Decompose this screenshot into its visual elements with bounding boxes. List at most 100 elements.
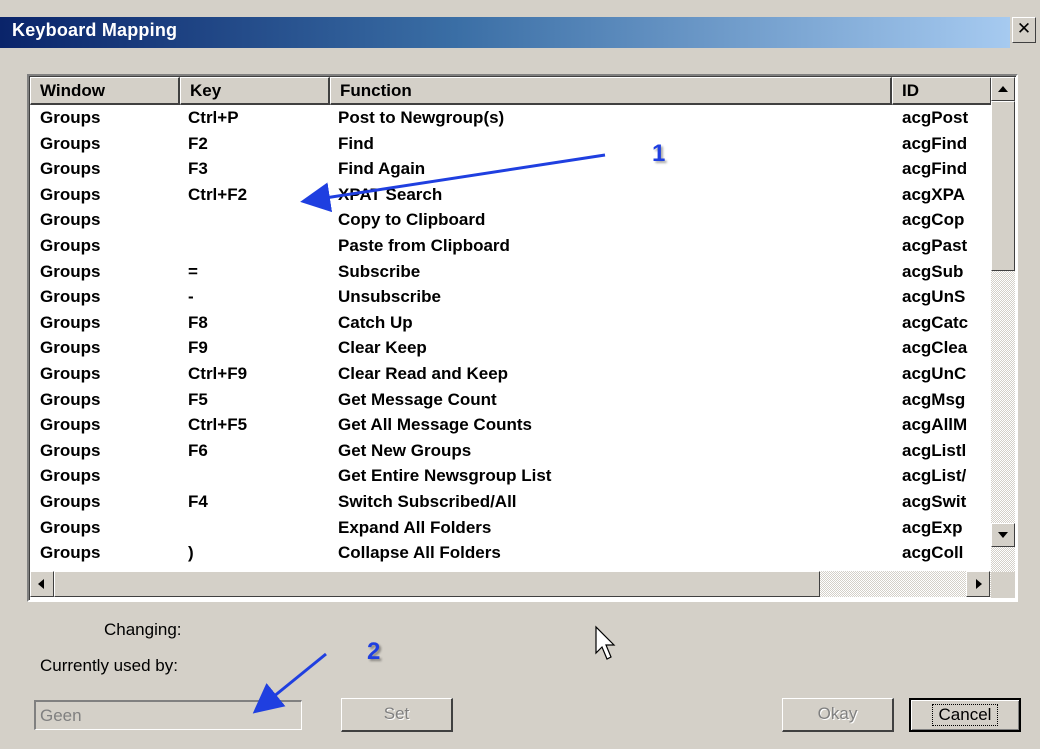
cell-id: acgXPA xyxy=(902,184,965,204)
cell-id: acgUnS xyxy=(902,287,966,307)
table-row[interactable]: Groups F3 Find Again acgFind xyxy=(30,156,992,181)
cell-window: Groups xyxy=(40,415,101,435)
window-title: Keyboard Mapping xyxy=(12,20,178,40)
vertical-scroll-thumb[interactable] xyxy=(991,101,1015,271)
key-input[interactable] xyxy=(34,700,302,730)
column-header-key[interactable]: Key xyxy=(180,77,330,105)
table-row[interactable]: Groups Ctrl+F5 Get All Message Counts acgAl… xyxy=(30,412,992,437)
table-row[interactable]: Groups Expand All Folders acgExp xyxy=(30,515,992,540)
cell-function: Post to Newgroup(s) xyxy=(338,108,505,127)
table-row[interactable]: Groups - Unsubscribe acgUnS xyxy=(30,284,992,309)
cell-window: Groups xyxy=(40,338,101,358)
changing-label: Changing: xyxy=(104,620,182,639)
cell-key: = xyxy=(188,261,198,281)
cell-key: ) xyxy=(188,543,194,563)
cell-key: F9 xyxy=(188,338,208,358)
scroll-up-arrow-icon[interactable] xyxy=(991,77,1015,101)
cell-window: Groups xyxy=(40,108,101,127)
cell-window: Groups xyxy=(40,261,101,281)
cell-key: - xyxy=(188,287,194,307)
cell-key: F5 xyxy=(188,389,208,409)
cell-function: Catch Up xyxy=(338,312,413,332)
list-viewport: Window Key Function ID Groups Ctrl+P Post … xyxy=(29,76,1016,600)
scrollbar-corner xyxy=(991,572,1015,598)
cell-id: acgFind xyxy=(902,159,968,179)
cell-id: acgCatc xyxy=(902,312,969,332)
cell-window: Groups xyxy=(40,312,101,332)
cell-function: Get New Groups xyxy=(338,440,472,460)
cell-window: Groups xyxy=(40,210,101,230)
scroll-left-arrow-icon[interactable] xyxy=(30,571,54,597)
arrow-to-key-input xyxy=(252,652,327,714)
table-row[interactable]: Groups F8 Catch Up acgCatc xyxy=(30,310,992,335)
cell-key: Ctrl+F2 xyxy=(188,184,248,204)
currently-used-by-label: Currently used by: xyxy=(40,656,178,675)
cell-function: Clear Read and Keep xyxy=(338,364,509,383)
cell-id: acgMsg xyxy=(902,389,966,409)
horizontal-scroll-thumb[interactable] xyxy=(54,571,820,597)
cell-window: Groups xyxy=(40,543,101,563)
cell-function: XPAT Search xyxy=(338,184,443,204)
cell-function: Find xyxy=(338,133,374,153)
cell-window: Groups xyxy=(40,364,101,383)
column-header-id[interactable]: ID xyxy=(892,77,992,105)
set-button[interactable]: Set xyxy=(341,698,453,732)
table-row[interactable]: Groups F5 Get Message Count acgMsg xyxy=(30,387,992,412)
cell-function: Get All Message Counts xyxy=(338,415,532,435)
close-icon[interactable]: ✕ xyxy=(1012,17,1036,43)
cell-function: Clear Keep xyxy=(338,338,427,358)
cell-function: Get Entire Newsgroup List xyxy=(338,466,552,486)
table-row[interactable]: Groups Copy to Clipboard acgCop xyxy=(30,207,992,232)
keyboard-mapping-list[interactable]: Window Key Function ID Groups Ctrl+P Post … xyxy=(27,74,1018,602)
cell-key xyxy=(188,463,328,488)
table-row[interactable]: Groups Ctrl+F9 Clear Read and Keep acgUnC xyxy=(30,361,992,386)
table-row[interactable]: Groups F2 Find acgFind xyxy=(30,131,992,156)
table-row[interactable]: Groups F9 Clear Keep acgClea xyxy=(30,335,992,360)
cell-key: Ctrl+F5 xyxy=(188,415,248,435)
table-row[interactable]: Groups F6 Get New Groups acgListl xyxy=(30,438,992,463)
table-row[interactable]: Groups = Subscribe acgSub xyxy=(30,259,992,284)
cell-id: acgListl xyxy=(902,440,967,460)
table-row[interactable]: Groups) Collapse All Folders acgColl xyxy=(30,540,992,565)
cell-id: acgPost xyxy=(902,108,969,127)
cell-window: Groups xyxy=(40,159,101,179)
column-header-window[interactable]: Window xyxy=(30,77,180,105)
cell-id: acgSwit xyxy=(902,492,967,511)
cell-id: acgSub xyxy=(902,261,964,281)
cell-id: acgExp xyxy=(902,517,963,537)
cell-id: acgPast xyxy=(902,236,968,255)
scroll-down-arrow-icon[interactable] xyxy=(991,523,1015,547)
cancel-button-label: Cancel xyxy=(931,704,999,726)
cell-key: F4 xyxy=(188,492,208,511)
horizontal-scrollbar[interactable] xyxy=(30,571,991,597)
cell-id: acgFind xyxy=(902,133,968,153)
mouse-cursor-icon xyxy=(595,625,616,660)
cell-id: acgUnC xyxy=(902,364,967,383)
table-row[interactable]: Groups Ctrl+F2 XPAT Search acgXPA xyxy=(30,182,992,207)
cell-function: Collapse All Folders xyxy=(338,543,501,563)
list-rows: Groups Ctrl+P Post to Newgroup(s) acgPost Gr… xyxy=(30,105,992,565)
cell-key: F8 xyxy=(188,312,208,332)
table-row[interactable]: Groups Ctrl+P Post to Newgroup(s) acgPost xyxy=(30,105,992,130)
table-row[interactable]: Groups Get Entire Newsgroup List acgList/ xyxy=(30,463,992,488)
table-row[interactable]: Groups Paste from Clipboard acgPast xyxy=(30,233,992,258)
cell-window: Groups xyxy=(40,236,101,255)
cell-id: acgClea xyxy=(902,338,968,358)
list-header: Window Key Function ID xyxy=(30,77,992,105)
cell-function: Expand All Folders xyxy=(338,517,492,537)
cell-window: Groups xyxy=(40,466,101,486)
cell-window: Groups xyxy=(40,492,101,511)
cell-function: Unsubscribe xyxy=(338,287,441,307)
column-header-function[interactable]: Function xyxy=(330,77,892,105)
cell-key: F3 xyxy=(188,159,208,179)
cell-window: Groups xyxy=(40,287,101,307)
cancel-button[interactable]: Cancel xyxy=(909,698,1021,732)
okay-button[interactable]: Okay xyxy=(782,698,894,732)
cell-id: acgColl xyxy=(902,543,964,563)
annotation-1: 1 xyxy=(652,140,666,167)
table-row[interactable]: Groups F4 Switch Subscribed/All acgSwit xyxy=(30,489,992,514)
vertical-scrollbar[interactable] xyxy=(991,77,1015,572)
scroll-right-arrow-icon[interactable] xyxy=(966,571,990,597)
cell-function: Paste from Clipboard xyxy=(338,236,510,255)
cell-key: Ctrl+F9 xyxy=(188,364,248,383)
